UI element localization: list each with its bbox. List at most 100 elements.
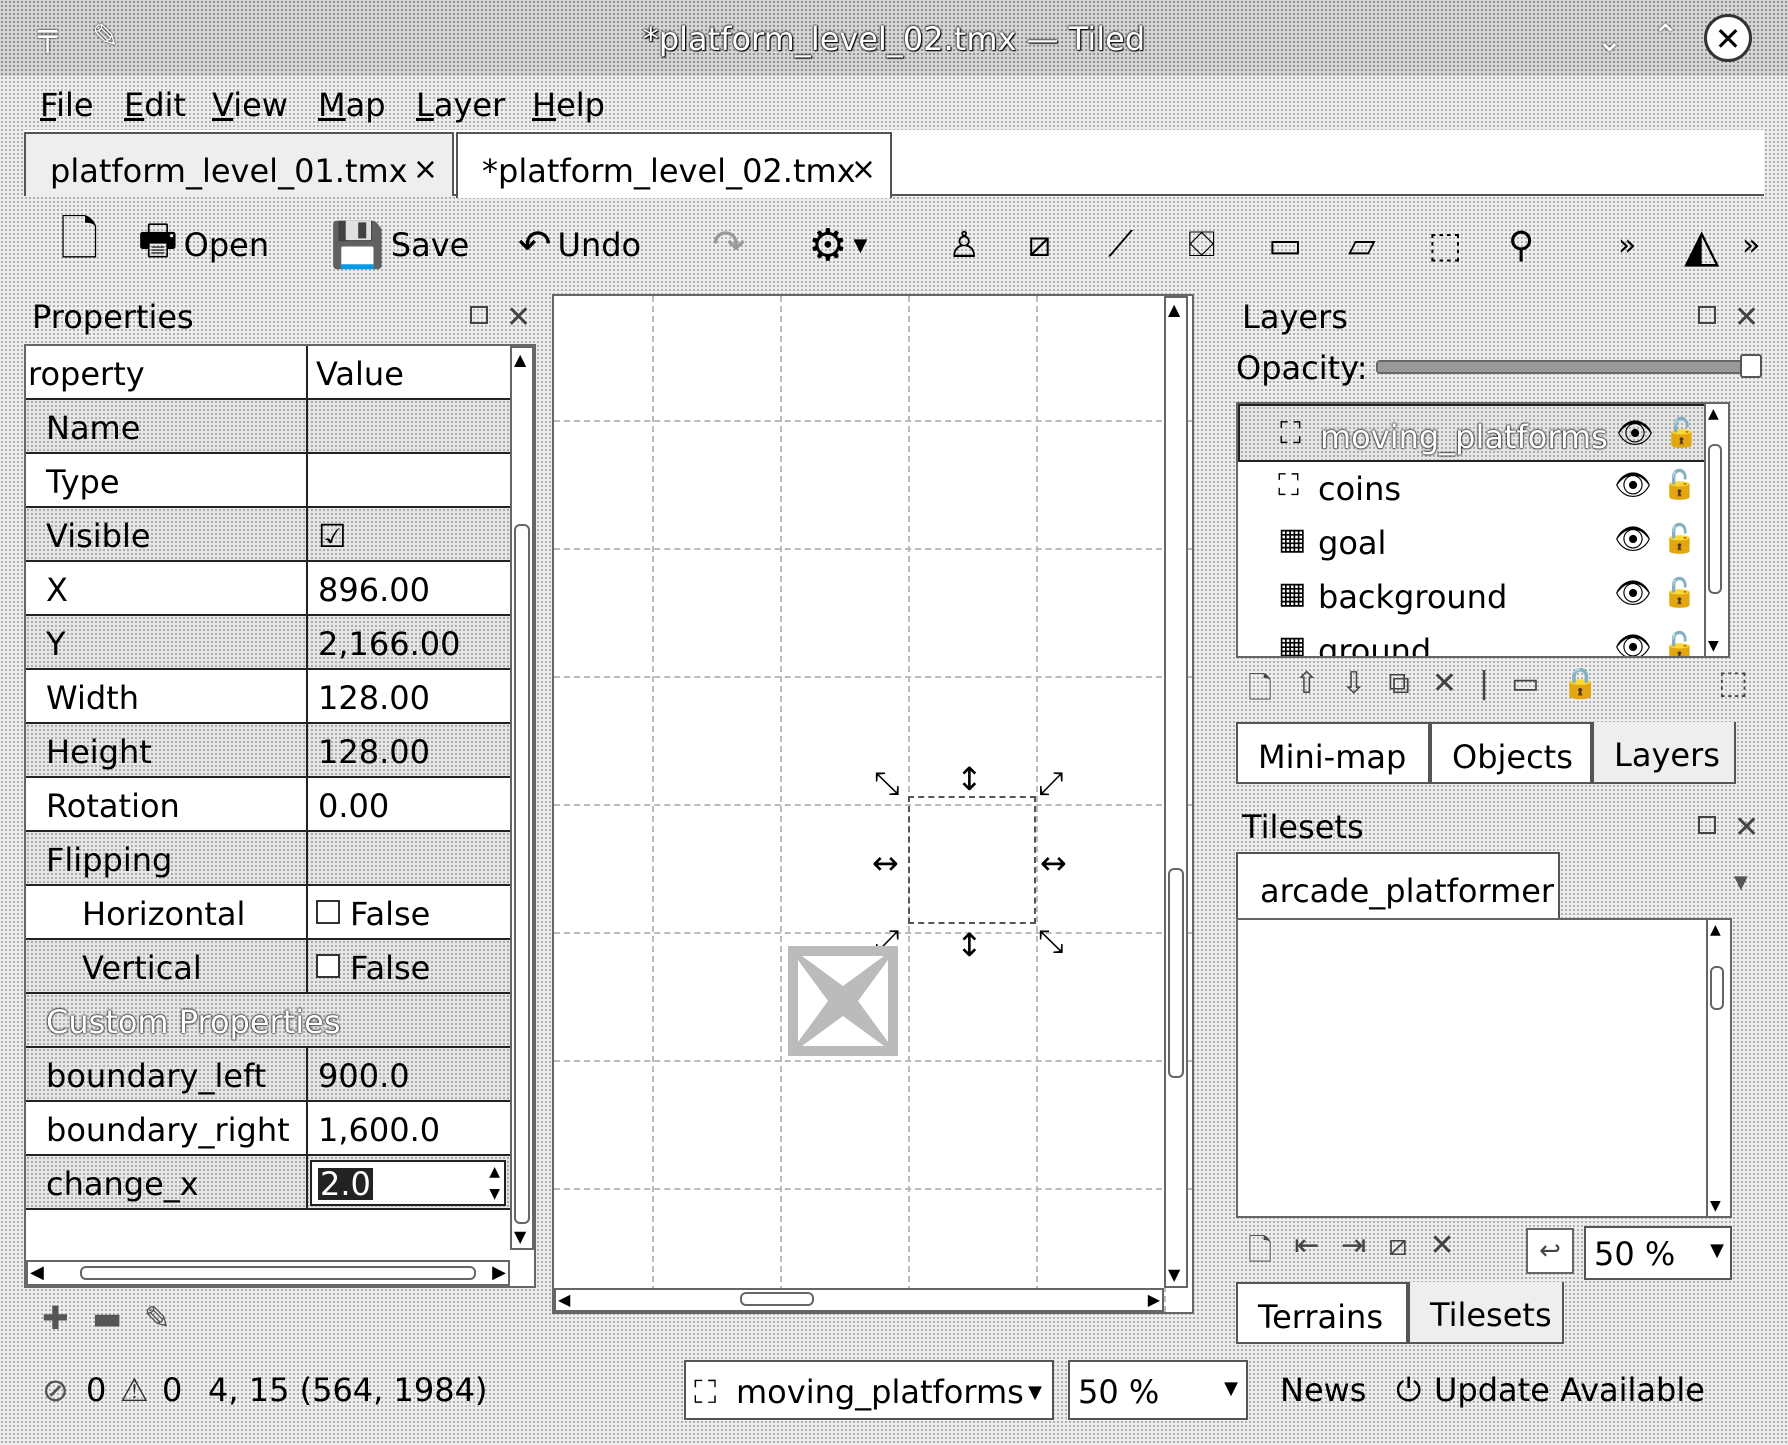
custom-properties-header[interactable]: Custom Properties <box>26 994 510 1048</box>
selected-object[interactable] <box>908 796 1036 924</box>
menu-help[interactable]: Help <box>532 86 605 124</box>
new-file-button[interactable]: 🗋 <box>60 211 99 276</box>
property-value[interactable]: 896.00 <box>318 574 430 606</box>
opacity-slider[interactable] <box>1376 354 1762 378</box>
layer-item[interactable]: ▦ ground 👁 🔓 <box>1238 620 1706 656</box>
property-value[interactable]: 128.00 <box>318 736 430 768</box>
error-icon[interactable]: ⊘ <box>42 1374 69 1406</box>
property-row[interactable]: Y 2,166.00 <box>26 616 510 670</box>
resize-nw-icon[interactable]: ⤡ <box>874 764 900 803</box>
hscroll-thumb[interactable] <box>740 1292 814 1306</box>
warning-icon[interactable]: ⚠ <box>120 1374 149 1406</box>
map-zoom-combo[interactable]: 50 % ▼ <box>1068 1360 1248 1420</box>
current-layer-combo[interactable]: ⛶ moving_platforms ▼ <box>684 1360 1054 1420</box>
property-value[interactable]: False <box>350 898 430 930</box>
spin-up-icon[interactable]: ▲ <box>489 1164 500 1180</box>
scroll-thumb[interactable] <box>1710 966 1724 1010</box>
edit-polygon-button[interactable]: ⧄ <box>1028 214 1051 276</box>
property-value[interactable]: 900.0 <box>318 1060 410 1092</box>
menu-map[interactable]: Map <box>318 86 386 124</box>
maximize-icon[interactable]: ⌃ <box>1652 20 1679 52</box>
menu-layer[interactable]: Layer <box>416 86 505 124</box>
commands-button[interactable]: ⚙ ▼ <box>808 214 867 276</box>
new-tileset-icon[interactable]: 🗋 <box>1248 1228 1272 1279</box>
scroll-down-icon[interactable]: ▼ <box>1710 1198 1721 1214</box>
canvas-hscrollbar[interactable]: ◀ ▶ <box>554 1288 1164 1312</box>
scroll-up-icon[interactable]: ▲ <box>1168 300 1180 319</box>
tab-platform-level-02[interactable]: *platform_level_02.tmx × <box>456 132 892 198</box>
lock-icon[interactable]: 🔓 <box>1662 468 1697 501</box>
property-value[interactable]: False <box>350 952 430 984</box>
magic-wand-button[interactable]: ⚲ <box>1508 214 1534 276</box>
minimize-icon[interactable]: ⌄ <box>1596 24 1623 56</box>
delete-layer-icon[interactable]: ✕ <box>1432 666 1457 717</box>
select-tool-button[interactable]: ⬚ <box>1428 214 1462 276</box>
eraser-tool-button[interactable]: ▱ <box>1348 214 1376 276</box>
redo-button[interactable]: ↷ <box>712 214 746 276</box>
tab-platform-level-01[interactable]: platform_level_01.tmx × <box>24 132 454 196</box>
export-tileset-icon[interactable]: ⇥ <box>1341 1228 1366 1279</box>
property-row[interactable]: boundary_right 1,600.0 <box>26 1102 510 1156</box>
properties-vscrollbar[interactable]: ▲ ▼ <box>510 346 534 1250</box>
tab-objects[interactable]: Objects <box>1430 722 1592 784</box>
tileset-menu-chevron-icon[interactable]: ▼ <box>1734 872 1748 893</box>
menu-view[interactable]: View <box>212 86 288 124</box>
remove-property-icon[interactable]: ▬ <box>92 1302 122 1334</box>
menu-file[interactable]: File <box>40 86 94 124</box>
tileset-zoom-combo[interactable]: 50 % ▼ <box>1584 1226 1732 1280</box>
properties-hscrollbar[interactable]: ◀ ▶ <box>26 1260 510 1286</box>
tileset-vscrollbar[interactable]: ▲ ▼ <box>1706 920 1730 1216</box>
open-button[interactable]: 🖶 Open <box>138 214 269 276</box>
property-row[interactable]: change_x 2.0 ▲ ▼ <box>26 1156 510 1210</box>
property-row[interactable]: boundary_left 900.0 <box>26 1048 510 1102</box>
eye-icon[interactable]: 👁 <box>1614 576 1652 611</box>
remove-tileset-icon[interactable]: ✕ <box>1430 1228 1455 1279</box>
flip-button[interactable]: ◭ <box>1684 214 1719 276</box>
property-row[interactable]: Visible ☑ <box>26 508 510 562</box>
layer-item[interactable]: ▦ background 👁 🔓 <box>1238 566 1706 620</box>
property-row[interactable]: Vertical False <box>26 940 510 994</box>
eye-icon[interactable]: 👁 <box>1614 522 1652 557</box>
draw-tool-button[interactable]: ⟋ <box>1108 214 1133 276</box>
warning-count[interactable]: 0 <box>162 1374 182 1406</box>
spinbox-value[interactable]: 2.0 <box>318 1168 373 1200</box>
layer-item[interactable]: ⛶ moving_platforms 👁 🔓 <box>1238 404 1706 462</box>
close-window-icon[interactable]: ✕ <box>1704 14 1752 62</box>
lock-icon[interactable]: 🔓 <box>1662 522 1697 555</box>
col-value[interactable]: Value <box>316 358 404 390</box>
property-row[interactable]: Width 128.00 <box>26 670 510 724</box>
more-toolbar-button[interactable]: » <box>1742 214 1760 276</box>
highlight-layer-icon[interactable]: ⬚ <box>1718 666 1748 698</box>
opacity-handle[interactable] <box>1740 354 1762 378</box>
tileset-view[interactable]: ▲ ▼ <box>1236 918 1732 1218</box>
lock-icon[interactable]: 🔓 <box>1664 416 1699 449</box>
toggle-visibility-icon[interactable]: ▭ <box>1511 666 1539 717</box>
scroll-right-icon[interactable]: ▶ <box>492 1262 506 1283</box>
eye-icon[interactable]: 👁 <box>1616 416 1654 451</box>
lower-layer-icon[interactable]: ⇩ <box>1341 666 1366 717</box>
close-tab-icon[interactable]: × <box>851 152 876 187</box>
property-value[interactable]: 0.00 <box>318 790 389 822</box>
missing-tile-icon[interactable] <box>788 946 898 1056</box>
canvas-vscrollbar[interactable]: ▲ ▼ <box>1164 296 1188 1288</box>
resize-w-icon[interactable]: ↔ <box>872 844 899 882</box>
property-row[interactable]: Name <box>26 400 510 454</box>
close-panel-icon[interactable]: ✕ <box>506 300 531 335</box>
tab-tilesets[interactable]: Tilesets <box>1408 1282 1564 1344</box>
hscroll-thumb[interactable] <box>80 1266 476 1280</box>
resize-ne-icon[interactable]: ⤢ <box>1038 764 1064 803</box>
scroll-thumb[interactable] <box>1708 444 1722 594</box>
edit-tileset-icon[interactable]: ⧄ <box>1388 1228 1407 1279</box>
property-row[interactable]: Type <box>26 454 510 508</box>
layer-item[interactable]: ⛶ coins 👁 🔓 <box>1238 458 1706 512</box>
rename-property-icon[interactable]: ✎ <box>144 1302 171 1334</box>
scroll-thumb[interactable] <box>514 524 530 1224</box>
float-panel-icon[interactable] <box>1698 816 1716 834</box>
close-panel-icon[interactable]: ✕ <box>1734 810 1759 845</box>
col-property[interactable]: roperty <box>28 358 145 390</box>
eye-icon[interactable]: 👁 <box>1614 630 1652 656</box>
tab-mini-map[interactable]: Mini-map <box>1236 722 1430 784</box>
raise-layer-icon[interactable]: ⇧ <box>1294 666 1319 717</box>
scroll-up-icon[interactable]: ▲ <box>1708 406 1719 422</box>
map-canvas[interactable]: ⤡ ↕ ⤢ ↔ ↔ ⤢ ↕ ⤡ ▲ ▼ ◀ ▶ <box>552 294 1194 1314</box>
